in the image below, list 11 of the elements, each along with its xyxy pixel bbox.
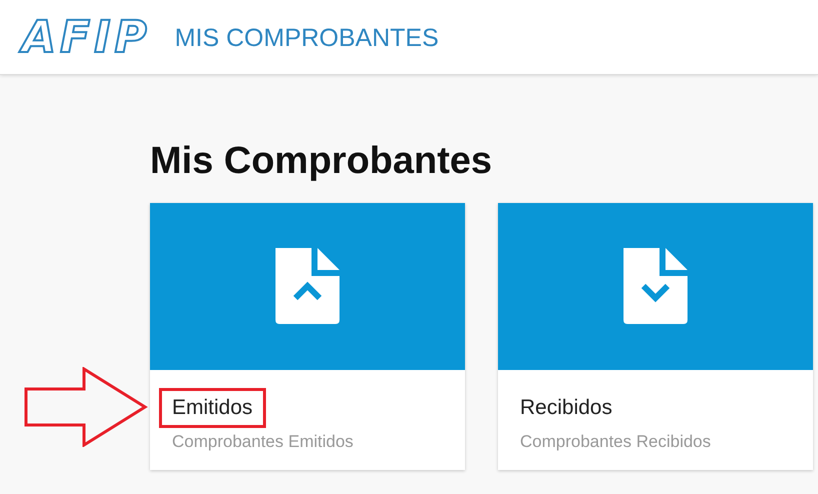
logo[interactable]: AFIP [18, 10, 159, 64]
header-title: MIS COMPROBANTES [174, 24, 439, 52]
document-up-icon [274, 248, 341, 324]
card-subtitle: Comprobantes Emitidos [172, 432, 354, 452]
card[interactable]: Recibidos Comprobantes Recibidos [498, 202, 813, 470]
card-title: Recibidos [519, 394, 614, 421]
page-heading: Mis Comprobantes [150, 141, 494, 183]
arrow-icon [24, 366, 148, 447]
card-subtitle: Comprobantes Recibidos [520, 432, 711, 452]
document-check-icon [622, 248, 689, 324]
card-title: Emitidos [159, 388, 266, 428]
